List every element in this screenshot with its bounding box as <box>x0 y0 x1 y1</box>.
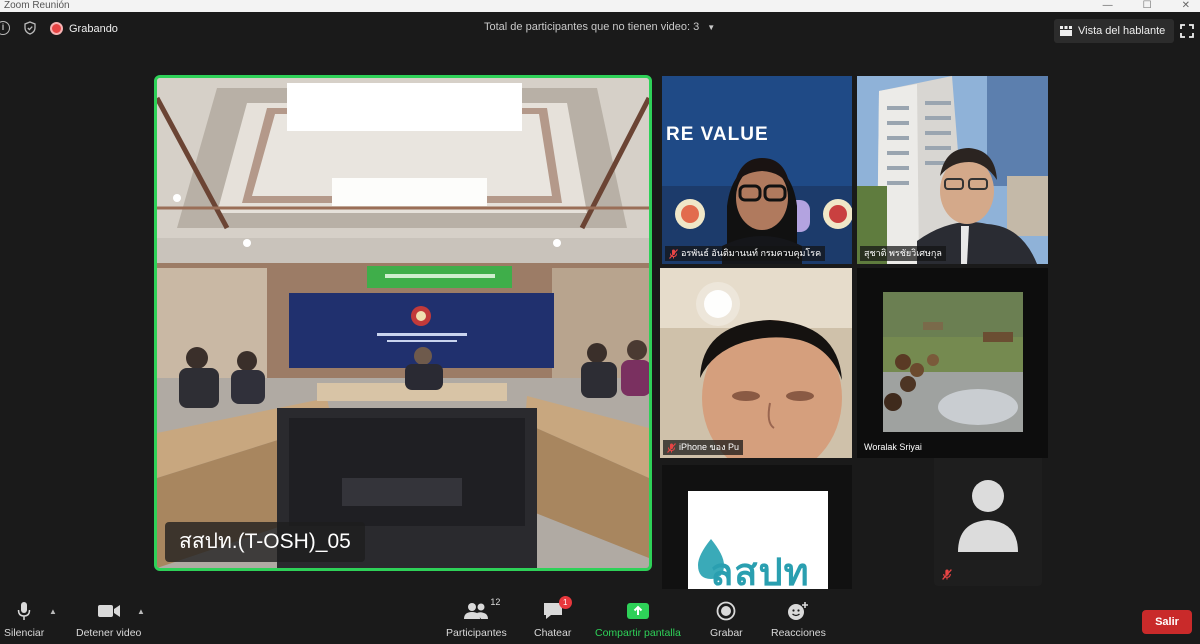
participant-name-label: อรพันธ์ อันติมานนท์ กรมควบคุมโรค <box>665 246 826 261</box>
no-video-text: Total de participantes que no tienen vid… <box>484 21 700 33</box>
record-label: Grabar <box>710 627 743 639</box>
stop-video-label: Detener video <box>76 627 142 639</box>
participant-name: สุชาติ พรชัยวิเศษกุล <box>864 248 942 258</box>
participant-name-label: iPhone ของ Pu <box>663 440 743 455</box>
active-speaker-video[interactable]: สสปท.(T-OSH)_05 <box>154 75 652 571</box>
share-screen-button[interactable]: Compartir pantalla <box>595 600 681 639</box>
mic-muted-icon <box>942 569 952 580</box>
participant-video-2 <box>857 76 1048 264</box>
speaker-view-label: Vista del hablante <box>1078 25 1166 37</box>
tile-1-background-text: RE VALUE <box>666 124 769 145</box>
participant-name-label: Woralak Sriyai <box>860 440 926 455</box>
zoom-window: Zoom Reunión — ☐ ✕ i Grabando Total de p… <box>0 0 1200 644</box>
shield-icon[interactable] <box>23 21 37 35</box>
video-options-caret-icon[interactable]: ▲ <box>137 607 145 616</box>
participants-label: Participantes <box>446 627 507 639</box>
participant-video-1 <box>662 76 852 264</box>
chevron-down-icon: ▼ <box>707 22 716 32</box>
info-icon[interactable]: i <box>0 21 10 35</box>
chat-label: Chatear <box>534 627 572 639</box>
organization-logo: ลสปท <box>688 491 828 589</box>
speaker-view-icon <box>1060 26 1072 36</box>
window-controls: — ☐ ✕ <box>1103 0 1190 12</box>
mute-label: Silenciar <box>4 627 45 639</box>
fullscreen-icon[interactable] <box>1180 24 1194 38</box>
participant-name: Woralak Sriyai <box>864 442 922 452</box>
mute-button[interactable]: Silenciar <box>4 600 44 639</box>
participant-tile-2[interactable]: สุชาติ พรชัยวิเศษกุล <box>857 76 1048 264</box>
smiley-plus-icon <box>788 602 809 620</box>
record-icon <box>716 601 736 621</box>
reactions-button[interactable]: Reacciones <box>771 600 826 639</box>
stop-video-button[interactable]: Detener video <box>76 600 141 639</box>
chat-unread-badge: 1 <box>558 596 572 609</box>
participant-tile-1[interactable]: RE VALUE อรพันธ์ อันติมานนท์ กรมควบคุมโร… <box>662 76 852 264</box>
window-title: Zoom Reunión <box>4 0 70 11</box>
logo-text: ลสปท <box>710 552 810 589</box>
active-speaker-name: สสปท.(T-OSH)_05 <box>165 522 365 562</box>
person-icon <box>958 480 1018 552</box>
mic-muted-icon <box>669 248 678 259</box>
participants-button[interactable]: 12 Participantes <box>446 597 507 639</box>
reactions-label: Reacciones <box>771 627 826 639</box>
speaker-view-button[interactable]: Vista del hablante <box>1054 19 1175 43</box>
minimize-icon[interactable]: — <box>1103 0 1113 12</box>
participant-tile-3[interactable]: iPhone ของ Pu <box>660 268 852 458</box>
participant-name-label: สุชาติ พรชัยวิเศษกุล <box>860 246 946 261</box>
participant-tile-4[interactable]: Woralak Sriyai <box>857 268 1048 458</box>
meeting-toolbar: Silenciar ▲ Detener video ▲ 12 Participa… <box>0 592 1200 644</box>
participants-count: 12 <box>490 597 501 607</box>
conference-room-scene <box>157 78 649 568</box>
participant-tile-6[interactable] <box>934 458 1042 586</box>
microphone-icon <box>17 602 31 620</box>
share-screen-label: Compartir pantalla <box>595 627 681 639</box>
chat-button[interactable]: 1 Chatear <box>534 596 572 639</box>
audio-options-caret-icon[interactable]: ▲ <box>49 607 57 616</box>
participant-name: อรพันธ์ อันติมานนท์ กรมควบคุมโรค <box>681 248 822 258</box>
participant-tile-5[interactable]: ลสปท <box>662 465 852 589</box>
maximize-icon[interactable]: ☐ <box>1143 0 1152 12</box>
close-icon[interactable]: ✕ <box>1182 0 1190 12</box>
video-camera-icon <box>97 605 120 617</box>
recording-indicator[interactable]: Grabando <box>50 22 118 35</box>
recording-label: Grabando <box>69 22 118 35</box>
participants-icon <box>464 603 489 619</box>
participant-name: iPhone ของ Pu <box>679 442 739 452</box>
no-video-participants-dropdown[interactable]: Total de participantes que no tienen vid… <box>484 21 715 33</box>
recording-dot-icon <box>50 22 63 35</box>
participant-video-3 <box>660 268 852 458</box>
mic-muted-icon <box>667 442 676 453</box>
meeting-top-bar: i Grabando Total de participantes que no… <box>0 12 1200 50</box>
record-button[interactable]: Grabar <box>710 600 743 639</box>
participant-profile-picture-garden <box>883 292 1023 432</box>
leave-meeting-button[interactable]: Salir <box>1142 610 1192 634</box>
share-screen-icon <box>626 603 649 619</box>
window-title-bar: Zoom Reunión — ☐ ✕ <box>0 0 1200 12</box>
